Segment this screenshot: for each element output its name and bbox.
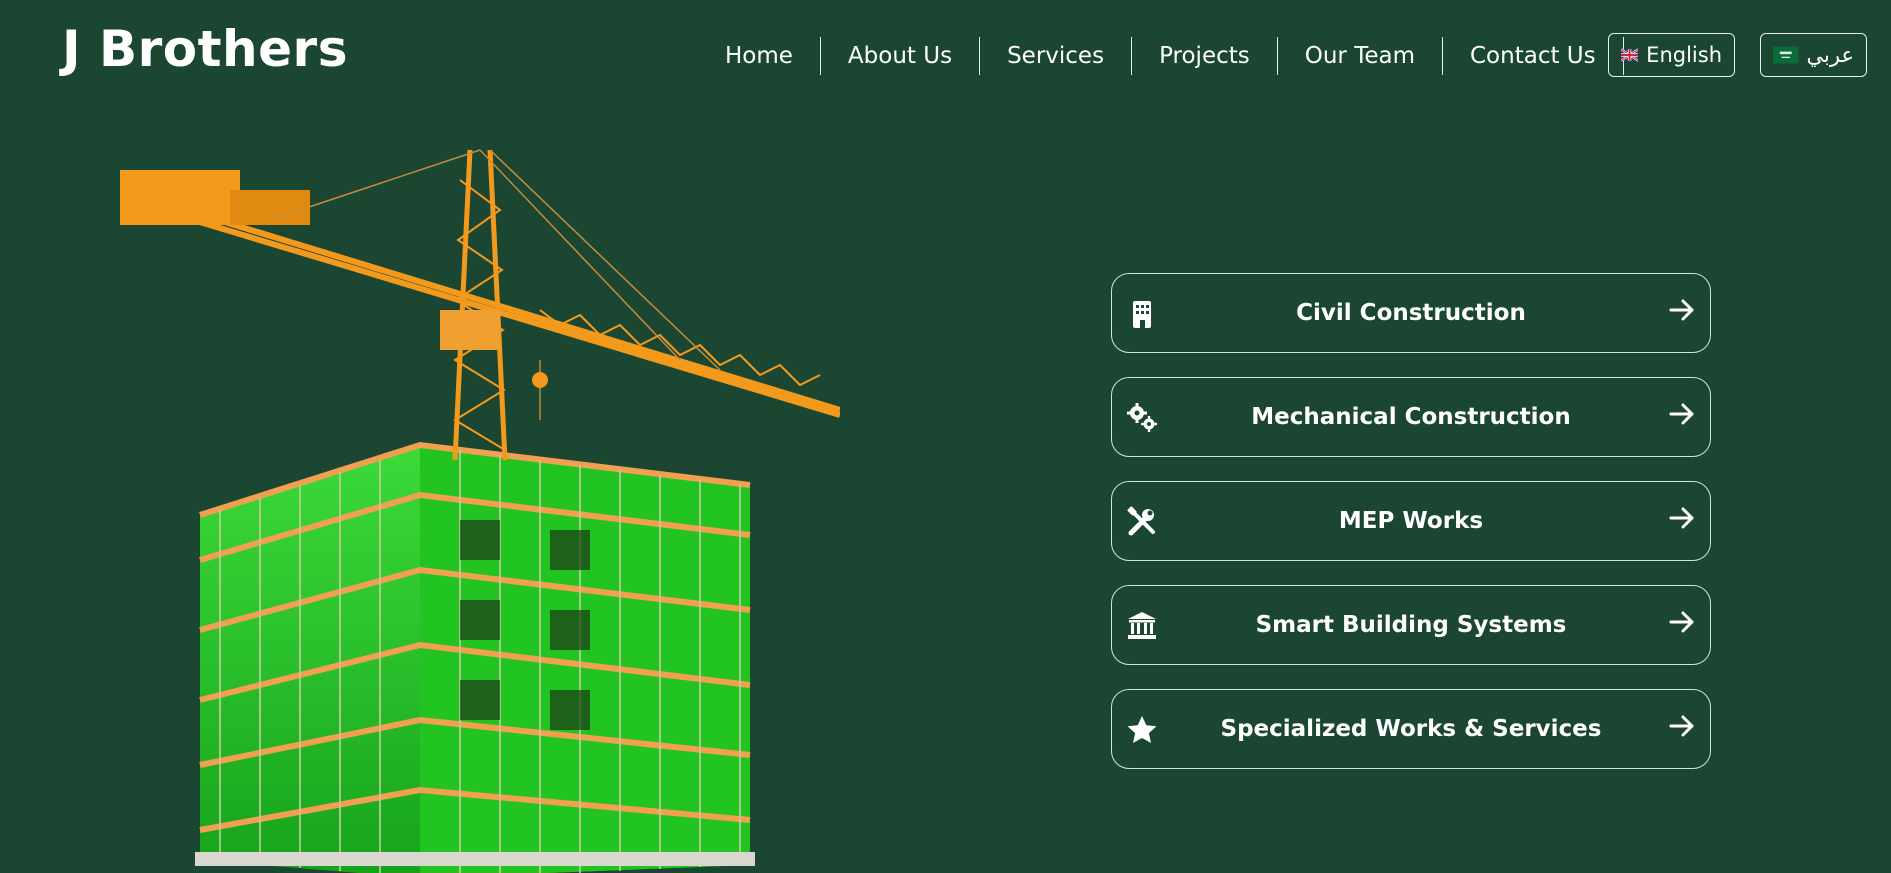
- service-label: Specialized Works & Services: [1220, 716, 1602, 742]
- language-english-button[interactable]: English: [1608, 33, 1735, 77]
- nav-about-us[interactable]: About Us: [821, 37, 981, 75]
- service-specialized-works-button[interactable]: Specialized Works & Services: [1111, 689, 1711, 769]
- nav-services[interactable]: Services: [980, 37, 1133, 75]
- service-label: Mechanical Construction: [1251, 404, 1571, 430]
- building-icon: [1133, 301, 1151, 328]
- service-mechanical-construction-button[interactable]: Mechanical Construction: [1111, 377, 1711, 457]
- service-smart-building-systems-button[interactable]: Smart Building Systems: [1111, 585, 1711, 665]
- service-mep-works-button[interactable]: MEP Works: [1111, 481, 1711, 561]
- language-arabic-button[interactable]: عربي: [1760, 33, 1867, 77]
- crane-building-illustration: [120, 149, 840, 873]
- gears-icon: [1127, 403, 1157, 432]
- saudi-flag-icon: [1773, 46, 1799, 64]
- language-arabic-label: عربي: [1806, 43, 1854, 67]
- arrow-right-icon: [1669, 715, 1694, 737]
- language-english-label: English: [1646, 43, 1722, 67]
- arrow-right-icon: [1669, 403, 1694, 425]
- arrow-right-icon: [1669, 611, 1694, 633]
- service-civil-construction-button[interactable]: Civil Construction: [1111, 273, 1711, 353]
- nav-contact-us[interactable]: Contact Us: [1443, 37, 1624, 75]
- landmark-icon: [1128, 612, 1156, 639]
- service-label: Civil Construction: [1296, 300, 1526, 326]
- brand-logo[interactable]: J Brothers: [62, 20, 348, 78]
- service-label: Smart Building Systems: [1255, 612, 1567, 638]
- arrow-right-icon: [1669, 507, 1694, 529]
- services-list: Civil Construction Mechanical Constructi…: [1111, 273, 1711, 793]
- star-icon: [1127, 716, 1157, 743]
- nav-projects[interactable]: Projects: [1132, 37, 1278, 75]
- tools-icon: [1127, 506, 1155, 536]
- main-nav: Home About Us Services Projects Our Team…: [703, 36, 1624, 76]
- nav-our-team[interactable]: Our Team: [1278, 37, 1443, 75]
- arrow-right-icon: [1669, 299, 1694, 321]
- service-label: MEP Works: [1338, 508, 1484, 534]
- uk-flag-icon: [1621, 48, 1639, 62]
- nav-home[interactable]: Home: [703, 37, 821, 75]
